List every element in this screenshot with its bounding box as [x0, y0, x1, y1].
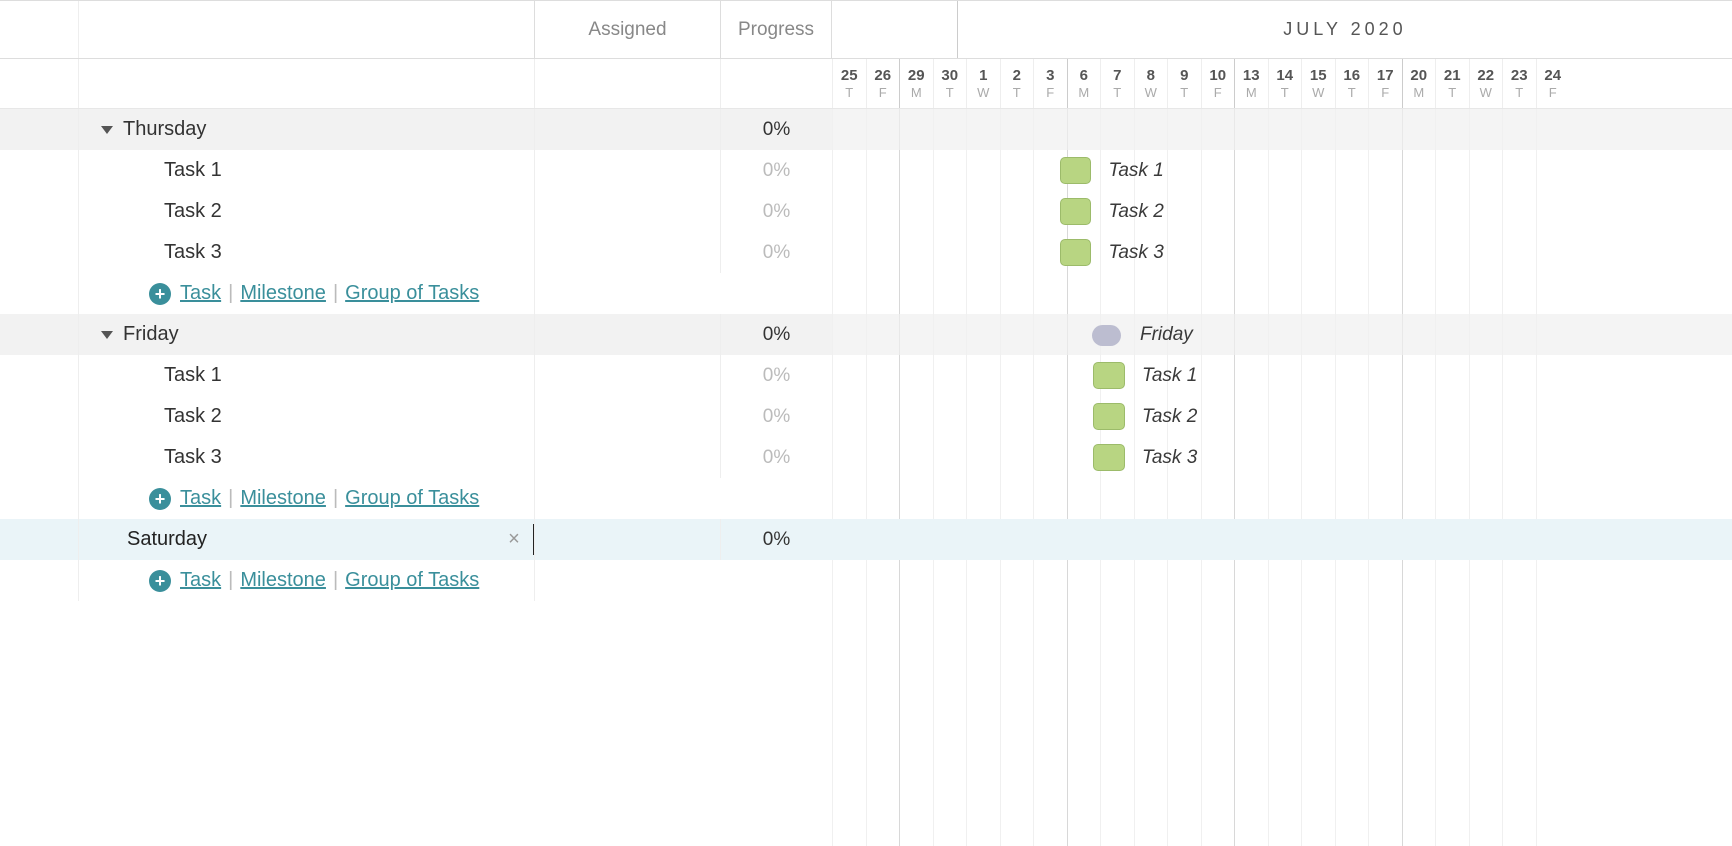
- date-cell: 8W: [1134, 59, 1168, 108]
- gantt-header: JULY 2020: [832, 1, 1732, 58]
- group-row[interactable]: Friday 0%: [0, 314, 832, 355]
- gantt-bar-label: Task 3: [1142, 444, 1197, 471]
- column-header-assigned[interactable]: Assigned: [535, 1, 721, 58]
- close-icon[interactable]: ×: [502, 528, 526, 552]
- chevron-down-icon[interactable]: [101, 126, 113, 134]
- add-group-link[interactable]: Group of Tasks: [345, 569, 479, 592]
- date-cell: 24F: [1536, 59, 1570, 108]
- date-cell: 7T: [1100, 59, 1134, 108]
- add-task-link[interactable]: Task: [180, 282, 221, 305]
- gantt-bar[interactable]: [1060, 239, 1092, 266]
- date-cell: 26F: [866, 59, 900, 108]
- group-name-input[interactable]: [127, 524, 534, 555]
- date-cell: 23T: [1502, 59, 1536, 108]
- group-name: Thursday: [123, 118, 206, 141]
- month-label: JULY 2020: [957, 1, 1732, 58]
- header-row: Assigned Progress JULY 2020: [0, 0, 1732, 59]
- task-name[interactable]: Task 3: [79, 232, 535, 273]
- milestone-label: Friday: [1140, 321, 1193, 348]
- task-row[interactable]: Task 2 0%: [0, 191, 832, 232]
- task-progress: 0%: [721, 396, 832, 437]
- gantt-bar[interactable]: [1093, 444, 1125, 471]
- date-cell: 30T: [933, 59, 967, 108]
- date-cell: 6M: [1067, 59, 1101, 108]
- task-name[interactable]: Task 2: [79, 396, 535, 437]
- gantt-bar[interactable]: [1060, 198, 1092, 225]
- gantt-bar[interactable]: [1060, 157, 1092, 184]
- add-row: Task | Milestone | Group of Tasks: [0, 273, 832, 314]
- group-name: Friday: [123, 323, 179, 346]
- plus-icon[interactable]: [149, 283, 171, 305]
- date-cell: 29M: [899, 59, 933, 108]
- date-cell: 22W: [1469, 59, 1503, 108]
- task-row[interactable]: Task 3 0%: [0, 437, 832, 478]
- gantt-bar[interactable]: [1093, 403, 1125, 430]
- add-task-link[interactable]: Task: [180, 569, 221, 592]
- date-cell: 16T: [1335, 59, 1369, 108]
- date-cell: 14T: [1268, 59, 1302, 108]
- task-progress: 0%: [721, 232, 832, 273]
- task-name[interactable]: Task 2: [79, 191, 535, 232]
- task-name[interactable]: Task 1: [79, 355, 535, 396]
- plus-icon[interactable]: [149, 488, 171, 510]
- task-row[interactable]: Task 3 0%: [0, 232, 832, 273]
- task-row[interactable]: Task 1 0%: [0, 150, 832, 191]
- gantt-bar-label: Task 1: [1142, 362, 1197, 389]
- group-progress: 0%: [721, 314, 832, 355]
- date-cell: 21T: [1435, 59, 1469, 108]
- task-row[interactable]: Task 2 0%: [0, 396, 832, 437]
- group-progress: 0%: [721, 109, 832, 150]
- task-row[interactable]: Task 1 0%: [0, 355, 832, 396]
- group-progress: 0%: [721, 519, 832, 560]
- date-cell: 3F: [1033, 59, 1067, 108]
- header-left-spacer: [0, 1, 535, 58]
- date-cell: 13M: [1234, 59, 1268, 108]
- milestone-marker[interactable]: [1092, 325, 1121, 346]
- date-cell: 10F: [1201, 59, 1235, 108]
- gantt-bar-label: Task 1: [1109, 157, 1164, 184]
- task-progress: 0%: [721, 191, 832, 232]
- editing-group-row[interactable]: × 0%: [0, 519, 832, 560]
- add-group-link[interactable]: Group of Tasks: [345, 487, 479, 510]
- date-cell: 17F: [1368, 59, 1402, 108]
- date-cell: 9T: [1167, 59, 1201, 108]
- task-progress: 0%: [721, 355, 832, 396]
- add-milestone-link[interactable]: Milestone: [240, 569, 326, 592]
- task-progress: 0%: [721, 437, 832, 478]
- task-name[interactable]: Task 3: [79, 437, 535, 478]
- gantt-bar-label: Task 2: [1109, 198, 1164, 225]
- date-header-row: 25T26F29M30T1W2T3F6M7T8W9T10F13M14T15W16…: [0, 59, 1732, 109]
- add-milestone-link[interactable]: Milestone: [240, 487, 326, 510]
- date-cell: 1W: [966, 59, 1000, 108]
- group-row[interactable]: Thursday 0%: [0, 109, 832, 150]
- plus-icon[interactable]: [149, 570, 171, 592]
- task-progress: 0%: [721, 150, 832, 191]
- date-cell: 2T: [1000, 59, 1034, 108]
- task-name[interactable]: Task 1: [79, 150, 535, 191]
- date-cell: 25T: [832, 59, 866, 108]
- add-milestone-link[interactable]: Milestone: [240, 282, 326, 305]
- add-row: Task | Milestone | Group of Tasks: [0, 560, 832, 601]
- chevron-down-icon[interactable]: [101, 331, 113, 339]
- column-header-progress[interactable]: Progress: [721, 1, 832, 58]
- date-cell: 20M: [1402, 59, 1436, 108]
- add-group-link[interactable]: Group of Tasks: [345, 282, 479, 305]
- gantt-bar[interactable]: [1093, 362, 1125, 389]
- gantt-bar-label: Task 2: [1142, 403, 1197, 430]
- add-row: Task | Milestone | Group of Tasks: [0, 478, 832, 519]
- gantt-bar-label: Task 3: [1109, 239, 1164, 266]
- date-cell: 15W: [1301, 59, 1335, 108]
- add-task-link[interactable]: Task: [180, 487, 221, 510]
